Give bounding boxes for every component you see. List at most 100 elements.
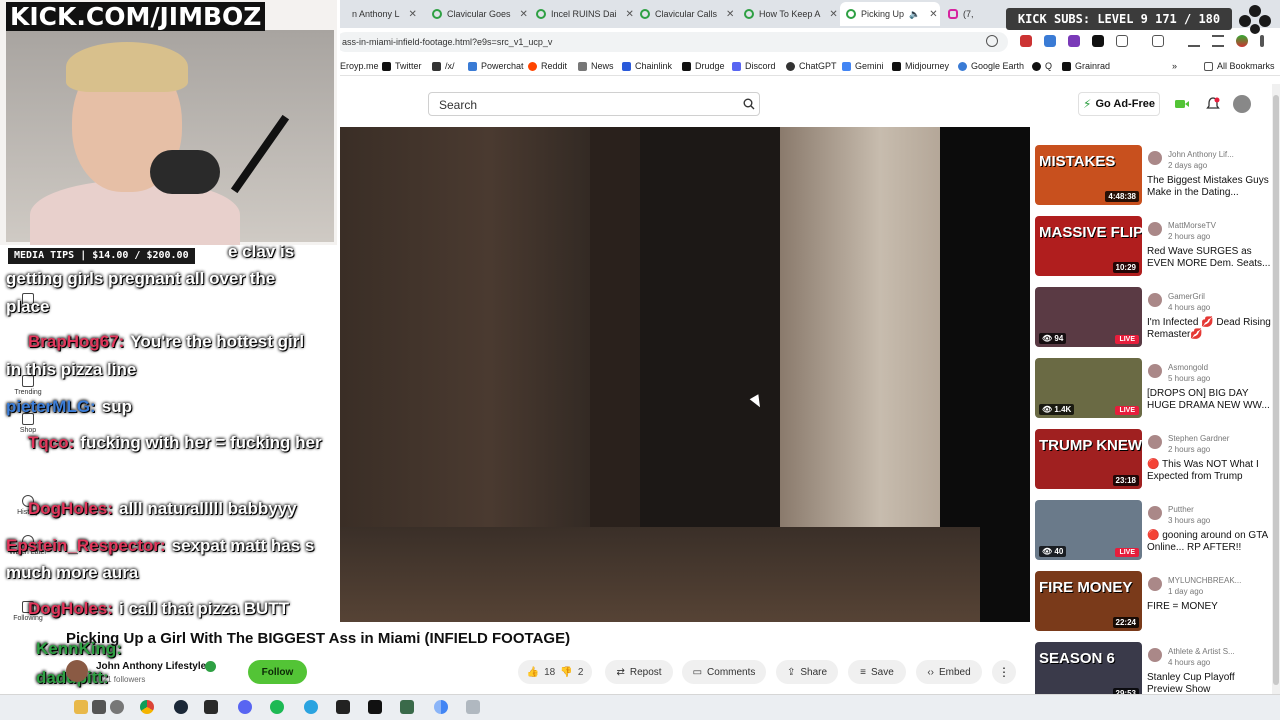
bookmark-item[interactable]: Twitter <box>382 61 422 71</box>
repost-button[interactable]: ⇄ Repost <box>605 660 673 684</box>
extension-icon[interactable] <box>1068 35 1080 47</box>
rec-video-title[interactable]: The Biggest Mistakes Guys Make in the Da… <box>1147 175 1271 199</box>
close-tab-icon[interactable]: ✕ <box>726 9 734 20</box>
rec-channel-name[interactable]: MYLUNCHBREAK... <box>1168 576 1241 585</box>
browser-tab[interactable]: (7, <box>942 2 1002 26</box>
browser-tab[interactable]: Clavicular Calls ✕ <box>634 2 738 26</box>
channel-avatar[interactable] <box>1148 577 1162 591</box>
close-tab-icon[interactable]: ✕ <box>520 9 528 20</box>
video-thumbnail[interactable]: SEASON 629:53 <box>1035 642 1142 702</box>
go-ad-free-button[interactable]: ⚡ Go Ad-Free <box>1078 92 1160 116</box>
discord-icon[interactable] <box>238 700 252 714</box>
profile-icon[interactable] <box>1236 35 1248 47</box>
rec-channel-name[interactable]: John Anthony Lif... <box>1168 150 1234 159</box>
channel-avatar[interactable] <box>1148 151 1162 165</box>
bookmark-item[interactable]: Gemini <box>842 61 884 71</box>
thumbs-down-icon[interactable]: 👎 <box>560 667 572 678</box>
taskbar-app-icon[interactable] <box>92 700 106 714</box>
rec-video-title[interactable]: [DROPS ON] BIG DAY HUGE DRAMA NEW WW... <box>1147 388 1271 412</box>
recommended-video-card[interactable]: 👁 40 LIVE Putther 3 hours ago 🔴 gooning arou… <box>1035 500 1271 562</box>
rec-channel-name[interactable]: Stephen Gardner <box>1168 434 1229 443</box>
recommended-video-card[interactable]: FIRE MONEY 22:24 MYLUNCHBREAK... 1 day ago F… <box>1035 571 1271 633</box>
spotify-icon[interactable] <box>270 700 284 714</box>
share-button[interactable]: ⇪ Share <box>776 660 838 684</box>
bookmark-item[interactable]: Drudge <box>682 61 725 71</box>
channel-avatar[interactable] <box>1148 648 1162 662</box>
bookmark-item[interactable]: Chainlink <box>622 61 672 71</box>
video-thumbnail[interactable]: MASSIVE FLIP! 10:29 <box>1035 216 1142 276</box>
rec-channel-name[interactable]: MattMorseTV <box>1168 221 1216 230</box>
browser-tab[interactable]: How To Keep A ✕ <box>738 2 838 26</box>
close-tab-icon[interactable]: ✕ <box>929 9 937 20</box>
bookmarks-overflow[interactable]: » <box>1172 61 1177 71</box>
recommended-video-card[interactable]: 👁 1.4K LIVE Asmongold 5 hours ago [DROPS ON]… <box>1035 358 1271 420</box>
steam-icon[interactable] <box>174 700 188 714</box>
bookmark-item[interactable]: Grainrad <box>1062 61 1110 71</box>
embed-button[interactable]: ‹› Embed <box>916 660 982 684</box>
rec-video-title[interactable]: I'm Infected 💋 Dead Rising Remaster💋 <box>1147 317 1271 341</box>
rec-video-title[interactable]: Red Wave SURGES as EVEN MORE Dem. Seats.… <box>1147 246 1271 270</box>
all-bookmarks[interactable]: All Bookmarks <box>1204 61 1275 71</box>
bookmark-item[interactable]: ChatGPT <box>786 61 837 71</box>
taskbar-app-icon[interactable] <box>336 700 350 714</box>
close-tab-icon[interactable]: ✕ <box>829 9 837 20</box>
search-input[interactable]: Search <box>428 92 760 116</box>
bookmark-item[interactable]: Q <box>1032 61 1052 71</box>
video-thumbnail[interactable]: MISTAKES 4:48:38 <box>1035 145 1142 205</box>
channel-avatar[interactable] <box>1148 506 1162 520</box>
extension-icon[interactable] <box>1044 35 1056 47</box>
channel-avatar[interactable] <box>1148 435 1162 449</box>
close-tab-icon[interactable]: ✕ <box>626 9 634 20</box>
file-explorer-icon[interactable] <box>74 700 88 714</box>
comments-button[interactable]: ▭ Comments <box>682 660 766 684</box>
video-thumbnail[interactable]: FIRE MONEY 22:24 <box>1035 571 1142 631</box>
recommended-video-card[interactable]: MASSIVE FLIP! 10:29 MattMorseTV 2 hours ago… <box>1035 216 1271 278</box>
more-options-icon[interactable]: ⋮ <box>992 660 1016 684</box>
chrome-icon[interactable] <box>434 700 448 714</box>
rec-video-title[interactable]: FIRE = MONEY <box>1147 601 1271 613</box>
taskbar-app-icon[interactable] <box>110 700 124 714</box>
bell-icon[interactable] <box>1205 96 1221 112</box>
taskbar-app-icon[interactable] <box>400 700 414 714</box>
browser-tab[interactable]: Incel RUINS Dai ✕ <box>530 2 634 26</box>
channel-avatar[interactable] <box>1148 293 1162 307</box>
rec-video-title[interactable]: Stanley Cup Playoff Preview Show <box>1147 672 1271 696</box>
download-icon[interactable] <box>1188 35 1200 47</box>
user-avatar[interactable] <box>1233 95 1251 113</box>
save-button[interactable]: ≡ Save <box>848 660 906 684</box>
follow-button[interactable]: Follow <box>248 660 307 684</box>
bookmark-item[interactable]: News <box>578 61 614 71</box>
channel-avatar[interactable] <box>66 660 88 682</box>
taskbar-app-icon[interactable] <box>204 700 218 714</box>
video-thumbnail[interactable]: 👁 40 LIVE <box>1035 500 1142 560</box>
video-thumbnail[interactable]: TRUMP KNEW 23:18 <box>1035 429 1142 489</box>
search-icon[interactable] <box>743 98 755 110</box>
scrollbar-thumb[interactable] <box>1273 95 1279 685</box>
bookmark-item[interactable]: Eroyp.me <box>340 61 379 71</box>
bookmark-star-icon[interactable] <box>986 35 998 47</box>
chrome-icon[interactable] <box>140 700 154 714</box>
rec-video-title[interactable]: 🔴 gooning around on GTA Online... RP AFT… <box>1147 530 1271 554</box>
bookmark-item[interactable]: /x/ <box>432 61 455 71</box>
browser-tab[interactable]: Clavicular Goes ✕ <box>426 2 530 26</box>
terminal-icon[interactable] <box>368 700 382 714</box>
bookmark-item[interactable]: Google Earth <box>958 61 1024 71</box>
channel-avatar[interactable] <box>1148 222 1162 236</box>
menu-lines-icon[interactable] <box>1212 35 1224 47</box>
recommended-video-card[interactable]: MISTAKES 4:48:38 John Anthony Lif... 2 days… <box>1035 145 1271 207</box>
bookmark-item[interactable]: Midjourney <box>892 61 949 71</box>
browser-tab-active[interactable]: Picking Up 🔈 ✕ <box>840 2 940 26</box>
kebab-menu-icon[interactable] <box>1260 35 1264 47</box>
browser-tab[interactable]: n Anthony L ✕ <box>346 2 426 26</box>
close-tab-icon[interactable]: ✕ <box>409 9 417 20</box>
rec-channel-name[interactable]: Putther <box>1168 505 1194 514</box>
video-thumbnail[interactable]: 👁 1.4K LIVE <box>1035 358 1142 418</box>
rec-channel-name[interactable]: Asmongold <box>1168 363 1208 372</box>
recommended-video-card[interactable]: 👁 94 LIVE GamerGril 4 hours ago I'm Infected… <box>1035 287 1271 349</box>
rec-video-title[interactable]: 🔴 This Was NOT What I Expected from Trum… <box>1147 459 1271 483</box>
x-icon[interactable] <box>1092 35 1104 47</box>
bookmark-item[interactable]: Powerchat <box>468 61 524 71</box>
channel-name[interactable]: John Anthony Lifestyle <box>96 661 206 672</box>
channel-avatar[interactable] <box>1148 364 1162 378</box>
rec-channel-name[interactable]: Athlete & Artist S... <box>1168 647 1235 656</box>
